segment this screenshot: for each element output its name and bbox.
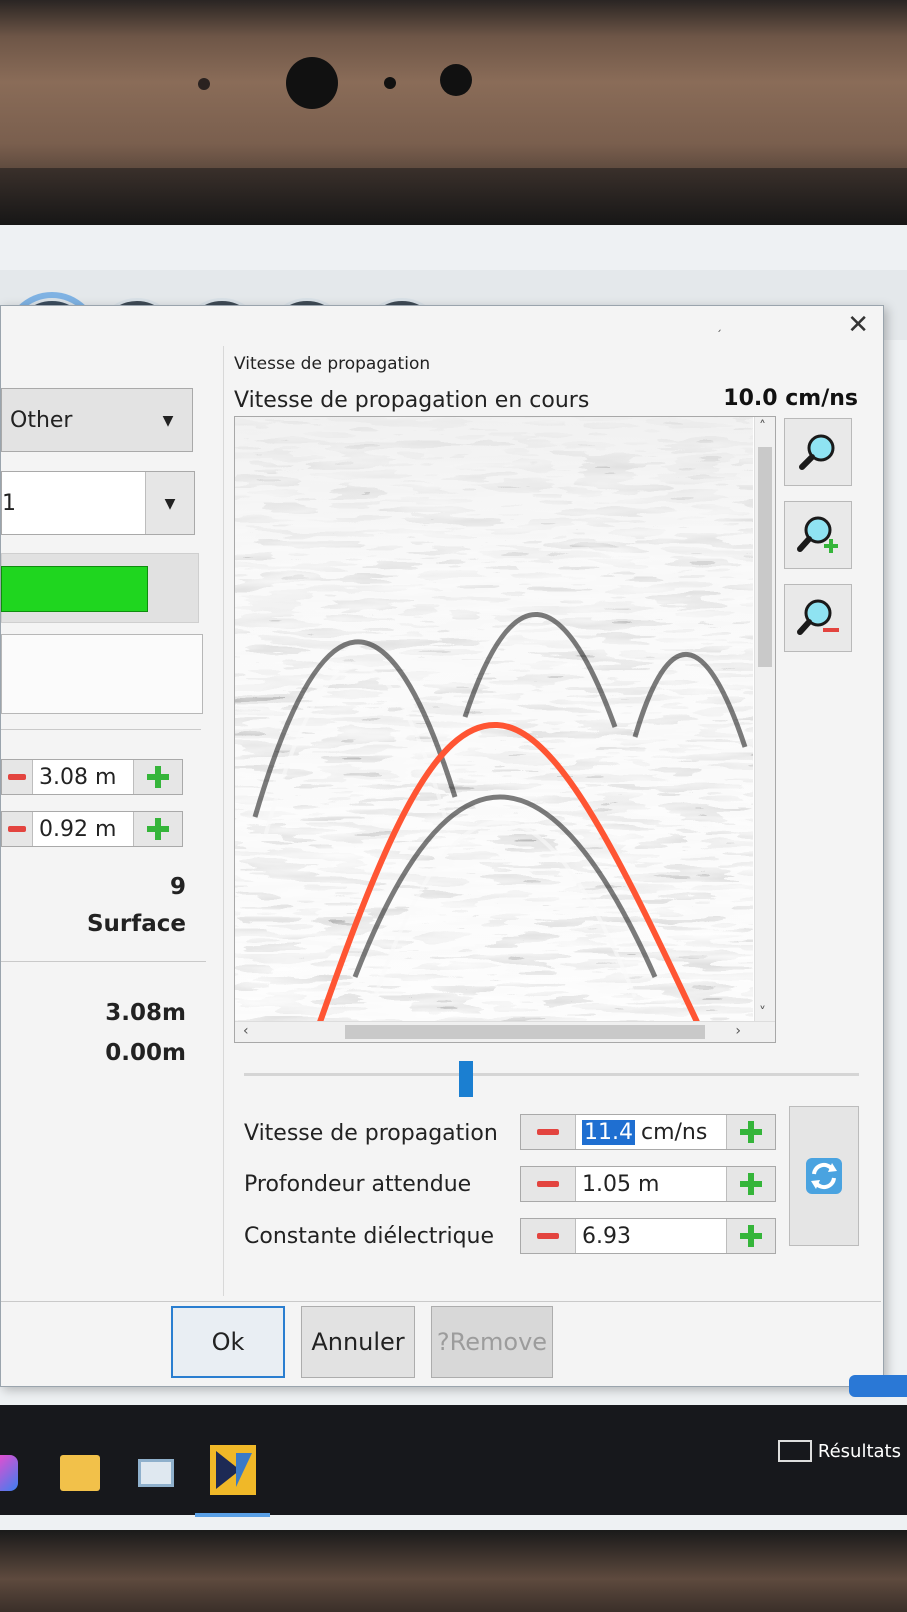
zoom-in-button[interactable] [784,501,852,569]
window-app-icon[interactable] [138,1459,174,1487]
horizontal-scrollbar[interactable]: ‹ › [235,1021,775,1042]
current-velocity-label: Vitesse de propagation en cours [234,388,590,413]
chevron-down-icon: ▼ [145,472,194,534]
section-title: Vitesse de propagation [234,354,431,374]
depth-label: Profondeur attendue [244,1172,472,1197]
velocity-panel: Vitesse de propagation Vitesse de propag… [223,346,874,1296]
notification-corner [849,1375,907,1397]
results-label: Résultats [817,1440,901,1462]
left-panel: Other ▼ 1 ▼ 3.08 m 0.92 m 9 Surface 3.08… [1,346,216,1296]
minus-button[interactable] [521,1167,576,1201]
dielectric-label: Constante diélectrique [244,1224,495,1249]
distance-1-value[interactable]: 3.08 m [33,765,133,790]
distance-stepper-2[interactable]: 0.92 m [1,811,183,847]
plus-button[interactable] [726,1167,775,1201]
reference-label: Surface [86,911,186,937]
radar-fade [235,417,753,1022]
refresh-icon [806,1158,842,1194]
number-select[interactable]: 1 ▼ [1,471,195,535]
number-select-value: 1 [2,490,16,516]
active-app-indicator [195,1513,270,1517]
chevron-right-icon[interactable]: › [735,1023,741,1039]
zoom-in-icon [797,516,838,553]
chevron-up-icon[interactable]: ˄ [759,419,766,435]
ok-button[interactable]: Ok [171,1306,285,1378]
divider [1,729,201,730]
laptop-bezel-bottom [0,1530,907,1612]
depth-stepper[interactable]: 1.05 m [520,1166,776,1202]
divider [1,961,206,962]
gpr-app-icon[interactable] [210,1445,256,1495]
cancel-button[interactable]: Annuler [301,1306,415,1378]
vertical-scrollbar[interactable]: ˄ ˅ [754,417,775,1023]
results-icon [777,1440,812,1462]
sensor-dot [384,77,396,89]
refresh-button[interactable] [789,1106,859,1246]
slider-thumb[interactable] [459,1061,473,1097]
velocity-stepper[interactable]: 11.4 cm/ns [520,1114,776,1150]
distance-stepper-1[interactable]: 3.08 m [1,759,183,795]
radargram-image [235,417,753,1022]
gpr-app-glyph-icon [216,1451,252,1489]
sensor-dot [198,78,210,90]
minus-button[interactable] [2,760,33,794]
scroll-thumb[interactable] [758,447,772,667]
slider-track[interactable] [244,1073,859,1076]
scroll-thumb[interactable] [345,1025,705,1039]
zoom-button[interactable] [784,418,852,486]
plus-button[interactable] [133,812,182,846]
type-select-value: Other [10,407,73,433]
minus-button[interactable] [521,1115,576,1149]
zoom-out-button[interactable] [784,584,852,652]
chevron-down-icon[interactable]: ˅ [759,1005,766,1021]
value-a: 3.08m [105,1000,186,1026]
velocity-input[interactable]: 11.4 cm/ns [576,1119,726,1145]
zoom-icon [799,434,835,470]
ir-sensor [440,64,472,96]
distance-2-value[interactable]: 0.92 m [33,817,133,842]
screen: ✎ # ▼ ▦ ⚙ ✕ ˏ Other ▼ 1 ▼ 3.08 m [0,225,907,1530]
info-box [1,634,203,714]
bezel-inner [0,168,907,228]
close-icon[interactable]: ✕ [847,310,869,340]
value-b: 0.00m [105,1040,186,1066]
copilot-icon[interactable] [0,1455,18,1491]
minus-button[interactable] [2,812,33,846]
minus-button[interactable] [521,1219,576,1253]
remove-button[interactable]: ?Remove [431,1306,553,1378]
depth-value[interactable]: 1.05 m [576,1172,726,1197]
count-value: 9 [169,874,186,900]
velocity-label: Vitesse de propagation [244,1121,498,1146]
folder-icon[interactable] [60,1455,100,1491]
taskbar: Résultats [0,1405,907,1515]
chevron-left-icon[interactable]: ‹ [243,1023,249,1039]
type-select[interactable]: Other ▼ [1,388,193,452]
velocity-unit: cm/ns [640,1119,708,1145]
current-velocity-value: 10.0 cm/ns [723,386,858,411]
dielectric-value[interactable]: 6.93 [576,1224,726,1249]
plus-button[interactable] [726,1115,775,1149]
divider [1,1301,881,1302]
progress-bar [1,566,148,612]
zoom-out-icon [797,599,839,635]
velocity-value[interactable]: 11.4 [582,1119,635,1145]
results-button[interactable]: Résultats [777,1440,901,1462]
velocity-dialog: ✕ ˏ Other ▼ 1 ▼ 3.08 m 0.92 m 9 Surface … [0,305,884,1387]
dielectric-stepper[interactable]: 6.93 [520,1218,776,1254]
chevron-down-icon: ▼ [162,413,174,429]
webcam [286,57,338,109]
plus-button[interactable] [133,760,182,794]
cursor-mark: ˏ [716,318,722,332]
radargram-view[interactable]: ˄ ˅ ‹ › [234,416,776,1043]
plus-button[interactable] [726,1219,775,1253]
